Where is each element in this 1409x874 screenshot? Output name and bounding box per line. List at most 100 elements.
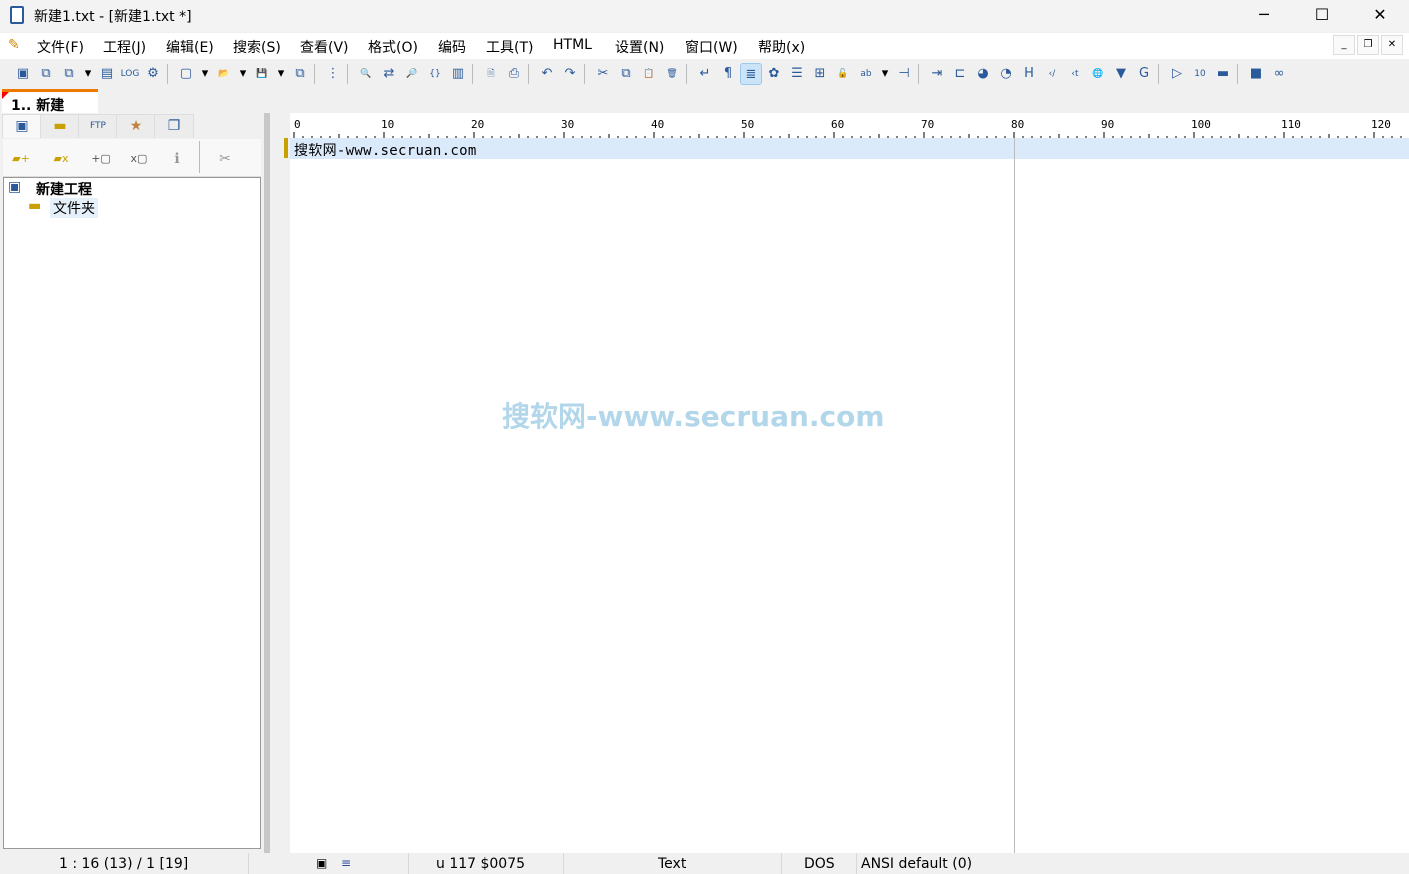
editor-line-1[interactable]: 搜软网-www.secruan.com <box>294 140 477 160</box>
dropdown-icon[interactable]: ▾ <box>236 63 250 85</box>
brace-match-icon[interactable]: {} <box>424 63 446 85</box>
find-in-files-icon[interactable]: 🔎 <box>401 63 423 85</box>
preview-icon[interactable]: 🗎 <box>480 63 502 85</box>
bookmark-icon[interactable]: ▥ <box>447 63 469 85</box>
mdi-restore-button[interactable]: ❐ <box>1357 35 1379 55</box>
dropdown-icon[interactable]: ▾ <box>274 63 288 85</box>
status-save-icon: ▣ <box>316 856 328 870</box>
color-code-icon[interactable]: ◔ <box>995 63 1017 85</box>
html-to-text-icon[interactable]: H <box>1018 63 1040 85</box>
project-settings-icon[interactable]: ⚙ <box>142 63 164 85</box>
menu-encoding[interactable]: 编码 <box>438 37 466 57</box>
add-folder-icon[interactable]: ▰+ <box>11 149 31 169</box>
menu-search[interactable]: 搜索(S) <box>233 37 281 57</box>
console-icon[interactable]: ▬ <box>1212 63 1234 85</box>
menu-edit[interactable]: 编辑(E) <box>166 37 214 57</box>
status-encoding[interactable]: ANSI default (0) <box>861 856 972 872</box>
panel-tab-project-icon[interactable]: ▣ <box>2 114 42 138</box>
redo-icon[interactable]: ↷ <box>559 63 581 85</box>
panel-tab-window-icon[interactable]: ❐ <box>154 114 194 138</box>
find-icon[interactable]: 🔍 <box>355 63 377 85</box>
maximize-button[interactable]: ☐ <box>1293 0 1351 32</box>
text-view-icon[interactable]: ≣ <box>740 63 762 85</box>
add-file-icon[interactable]: +▢ <box>91 149 111 169</box>
dropdown-icon[interactable]: ▾ <box>878 63 892 85</box>
editor[interactable]: 0 10 20 30 40 50 60 70 80 90 100 110 120 搜软网-www.sec… <box>270 113 1409 853</box>
hex-icon[interactable]: 10 <box>1189 63 1211 85</box>
open-file-icon[interactable]: 📂 <box>213 63 235 85</box>
column-mode-icon[interactable]: ⊞ <box>809 63 831 85</box>
menu-help[interactable]: 帮助(x) <box>758 37 805 57</box>
pin-icon[interactable]: ⊣ <box>893 63 915 85</box>
edit-pencil-icon: ✎ <box>8 37 20 53</box>
record-macro-icon[interactable]: ■ <box>1245 63 1267 85</box>
tools-icon[interactable]: ✂ <box>215 149 235 169</box>
close-button[interactable]: ✕ <box>1351 0 1409 32</box>
delete-icon[interactable]: 🗑 <box>661 63 683 85</box>
glasses-icon[interactable]: ∞ <box>1268 63 1290 85</box>
ruler-label: 10 <box>381 118 394 131</box>
mdi-close-button[interactable]: ✕ <box>1381 35 1403 55</box>
function-list-icon[interactable]: ⋮ <box>322 63 344 85</box>
ruler-label: 100 <box>1191 118 1211 131</box>
outline-icon[interactable]: ⊏ <box>949 63 971 85</box>
paste-icon[interactable]: 📋 <box>638 63 660 85</box>
undo-icon[interactable]: ↶ <box>536 63 558 85</box>
cut-icon[interactable]: ✂ <box>592 63 614 85</box>
mdi-minimize-button[interactable]: _ <box>1333 35 1355 55</box>
new-file-icon[interactable]: ▢ <box>175 63 197 85</box>
minimize-button[interactable]: ─ <box>1235 0 1293 32</box>
project-icon[interactable]: ▣ <box>12 63 34 85</box>
toolbar-separator <box>686 64 687 84</box>
menu-settings[interactable]: 设置(N) <box>615 37 664 57</box>
word-wrap-icon[interactable]: ↵ <box>694 63 716 85</box>
line-numbers-icon[interactable]: ☰ <box>786 63 808 85</box>
dropdown-icon[interactable]: ▾ <box>81 63 95 85</box>
show-formatting-icon[interactable]: ¶ <box>717 63 739 85</box>
menu-tools[interactable]: 工具(T) <box>486 37 533 57</box>
dropdown-icon[interactable]: ▾ <box>198 63 212 85</box>
remove-folder-icon[interactable]: ▰x <box>51 149 71 169</box>
ruler-label: 30 <box>561 118 574 131</box>
color-picker-icon[interactable]: ◕ <box>972 63 994 85</box>
tag-close-icon[interactable]: ‹/ <box>1041 63 1063 85</box>
panel-tab-folder-icon[interactable]: ▬ <box>40 114 80 138</box>
menu-format[interactable]: 格式(O) <box>368 37 418 57</box>
menu-view[interactable]: 查看(V) <box>300 37 349 57</box>
tag-icon[interactable]: ‹t <box>1064 63 1086 85</box>
spell-check-icon[interactable]: ab <box>855 63 877 85</box>
browser-icon[interactable]: 🌐 <box>1087 63 1109 85</box>
toolbar-separator <box>167 64 168 84</box>
run-icon[interactable]: ▷ <box>1166 63 1188 85</box>
status-wrap-icon: ≡ <box>341 856 352 870</box>
tree-folder[interactable]: 文件夹 <box>50 198 98 218</box>
menu-project[interactable]: 工程(J) <box>103 37 146 57</box>
syntax-highlight-icon[interactable]: ✿ <box>763 63 785 85</box>
menu-window[interactable]: 窗口(W) <box>685 37 738 57</box>
save-project-icon[interactable]: ▤ <box>96 63 118 85</box>
log-icon[interactable]: LOG <box>119 63 141 85</box>
save-icon[interactable]: 💾 <box>251 63 273 85</box>
indent-icon[interactable]: ⇥ <box>926 63 948 85</box>
panel-tab-ftp-icon[interactable]: FTP <box>78 114 118 138</box>
info-icon[interactable]: ℹ <box>167 149 187 169</box>
watermark: 搜软网-www.secruan.com <box>502 400 885 433</box>
new-project-icon[interactable]: ⧉ <box>35 63 57 85</box>
lock-icon[interactable]: 🔓 <box>832 63 854 85</box>
tree-root-project[interactable]: 新建工程 <box>36 179 92 199</box>
status-line-ending[interactable]: DOS <box>804 856 835 872</box>
panel-tab-star-icon[interactable]: ★ <box>116 114 156 138</box>
document-tab[interactable]: 1.. 新建1.txt <box>2 89 98 131</box>
copy-icon[interactable]: ⧉ <box>615 63 637 85</box>
toolbar-separator <box>347 64 348 84</box>
replace-icon[interactable]: ⇄ <box>378 63 400 85</box>
save-all-icon[interactable]: ⧉ <box>289 63 311 85</box>
toolbar-separator <box>1237 64 1238 84</box>
remove-file-icon[interactable]: x▢ <box>129 149 149 169</box>
open-project-icon[interactable]: ⧉ <box>58 63 80 85</box>
print-icon[interactable]: ⎙ <box>503 63 525 85</box>
menu-file[interactable]: 文件(F) <box>37 37 84 57</box>
menu-html[interactable]: HTML <box>553 37 592 53</box>
google-icon[interactable]: G <box>1133 63 1155 85</box>
filter-icon[interactable]: ▼ <box>1110 63 1132 85</box>
